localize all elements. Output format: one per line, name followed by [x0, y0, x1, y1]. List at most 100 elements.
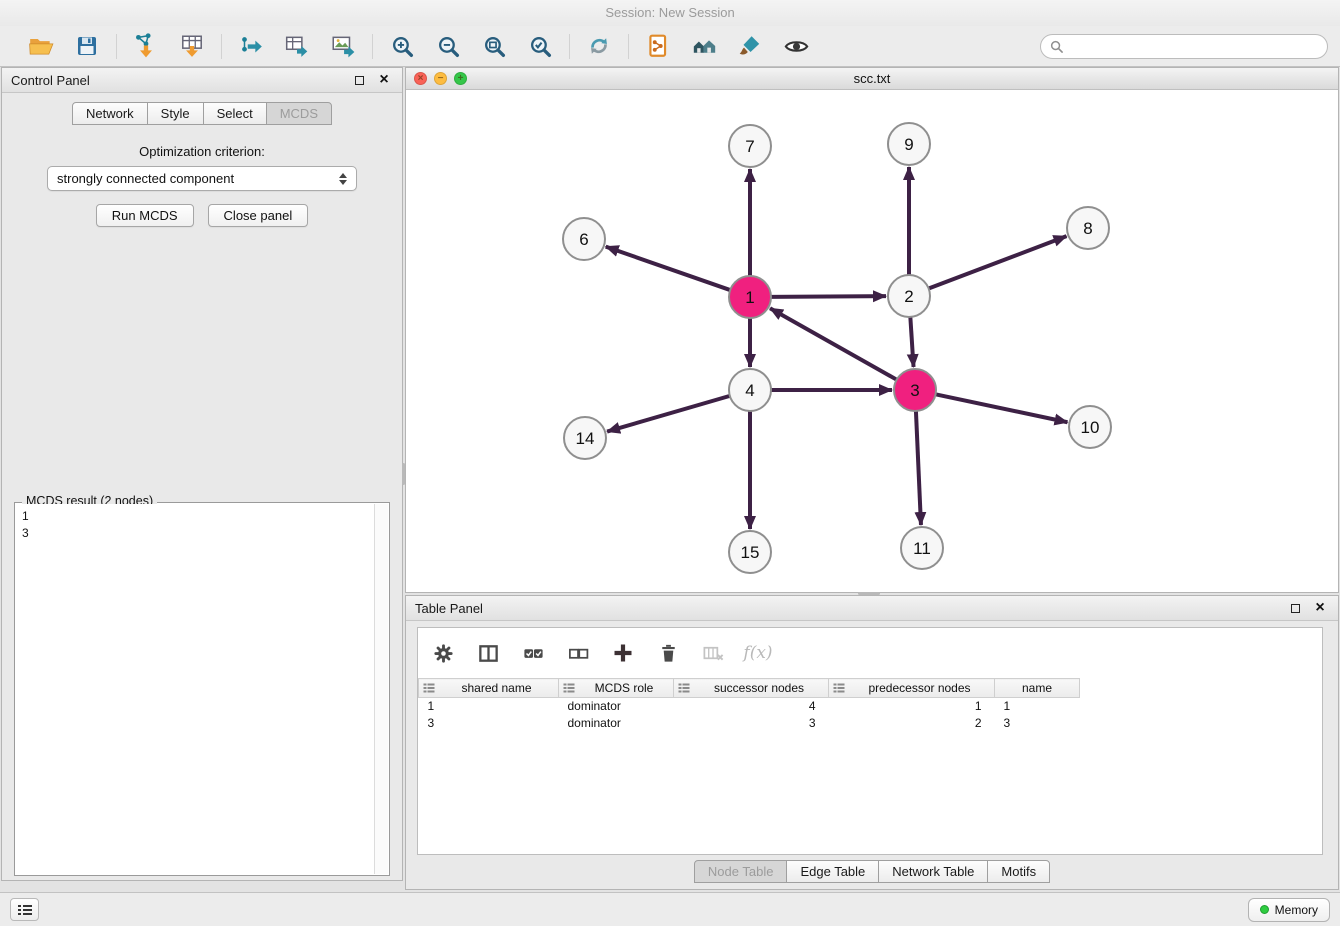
- close-icon: ×: [1315, 599, 1324, 617]
- tab-network-table[interactable]: Network Table: [878, 860, 988, 883]
- table-cell[interactable]: 1: [829, 698, 995, 715]
- window-title: Session: New Session: [0, 0, 1340, 26]
- table-panel-header: Table Panel ×: [406, 596, 1338, 621]
- table-row[interactable]: 3dominator323: [419, 715, 1323, 732]
- node-6[interactable]: 6: [563, 218, 605, 260]
- edge-2-8[interactable]: [929, 236, 1067, 288]
- network-canvas-area[interactable]: 7 9 6 8 1 2 4 3 14 10 15 11: [406, 90, 1338, 592]
- node-14[interactable]: 14: [564, 417, 606, 459]
- export-image-button[interactable]: [328, 31, 358, 61]
- select-all-button[interactable]: [520, 640, 546, 666]
- tab-style[interactable]: Style: [147, 102, 204, 125]
- tab-mcds[interactable]: MCDS: [266, 102, 332, 125]
- window-zoom-button[interactable]: +: [454, 72, 467, 85]
- window-minimize-button[interactable]: −: [434, 72, 447, 85]
- network-canvas[interactable]: 7 9 6 8 1 2 4 3 14 10 15 11: [406, 90, 1338, 592]
- export-table-button[interactable]: [282, 31, 312, 61]
- table-cell[interactable]: 1: [995, 698, 1080, 715]
- node-2[interactable]: 2: [888, 275, 930, 317]
- add-column-button[interactable]: [610, 640, 636, 666]
- import-network-button[interactable]: [131, 31, 161, 61]
- node-11[interactable]: 11: [901, 527, 943, 569]
- edge-1-2[interactable]: [771, 296, 886, 297]
- column-header-successor-nodes[interactable]: successor nodes: [674, 679, 829, 698]
- import-table-button[interactable]: [177, 31, 207, 61]
- zoom-in-button[interactable]: [387, 31, 417, 61]
- node-1[interactable]: 1: [729, 276, 771, 318]
- open-session-button[interactable]: [26, 31, 56, 61]
- table-panel: Table Panel ×: [405, 595, 1339, 890]
- table-cell[interactable]: dominator: [559, 715, 674, 732]
- node-7[interactable]: 7: [729, 125, 771, 167]
- float-panel-button[interactable]: [350, 71, 368, 89]
- save-session-button[interactable]: [72, 31, 102, 61]
- table-cell[interactable]: dominator: [559, 698, 674, 715]
- node-4[interactable]: 4: [729, 369, 771, 411]
- clone-network-button[interactable]: [643, 31, 673, 61]
- table-float-panel-button[interactable]: [1286, 599, 1304, 617]
- run-mcds-button[interactable]: Run MCDS: [96, 204, 194, 227]
- search-icon: [1050, 40, 1063, 53]
- close-panel-button[interactable]: Close panel: [208, 204, 309, 227]
- tab-motifs[interactable]: Motifs: [987, 860, 1050, 883]
- edge-3-11[interactable]: [916, 411, 921, 525]
- gear-icon: [432, 642, 455, 665]
- search-input[interactable]: [1069, 39, 1318, 54]
- window-close-button[interactable]: ×: [414, 72, 427, 85]
- control-panel: Control Panel × Network Style Select MCD…: [1, 67, 403, 881]
- search-field[interactable]: [1040, 34, 1328, 59]
- table-row[interactable]: 1dominator411: [419, 698, 1323, 715]
- export-network-icon: [238, 33, 264, 59]
- column-header-name[interactable]: name: [995, 679, 1080, 698]
- network-window-titlebar[interactable]: × − + scc.txt: [406, 68, 1338, 90]
- table-cell[interactable]: 2: [829, 715, 995, 732]
- svg-text:7: 7: [745, 137, 754, 156]
- table-settings-button[interactable]: [430, 640, 456, 666]
- node-9[interactable]: 9: [888, 123, 930, 165]
- refresh-button[interactable]: [584, 31, 614, 61]
- table-panel-close-button[interactable]: ×: [1311, 599, 1329, 617]
- apply-style-button[interactable]: [735, 31, 765, 61]
- node-10[interactable]: 10: [1069, 406, 1111, 448]
- mcds-result-list[interactable]: 13: [16, 504, 373, 874]
- mcds-result-item[interactable]: 1: [22, 508, 367, 525]
- node-8[interactable]: 8: [1067, 207, 1109, 249]
- tab-network[interactable]: Network: [72, 102, 148, 125]
- control-panel-close-button[interactable]: ×: [375, 71, 393, 89]
- split-panel-button[interactable]: [475, 640, 501, 666]
- column-header-predecessor-nodes[interactable]: predecessor nodes: [829, 679, 995, 698]
- edge-2-3[interactable]: [910, 317, 913, 367]
- node-15[interactable]: 15: [729, 531, 771, 573]
- column-header-mcds-role[interactable]: MCDS role: [559, 679, 674, 698]
- criterion-dropdown[interactable]: strongly connected component: [47, 166, 357, 191]
- vertical-splitter-handle[interactable]: [402, 463, 405, 485]
- table-cell[interactable]: 1: [419, 698, 559, 715]
- tab-edge-table[interactable]: Edge Table: [786, 860, 879, 883]
- deselect-all-button[interactable]: [565, 640, 591, 666]
- dropdown-arrows-icon: [339, 173, 347, 185]
- edge-3-10[interactable]: [936, 394, 1068, 422]
- node-3[interactable]: 3: [894, 369, 936, 411]
- delete-button[interactable]: [655, 640, 681, 666]
- table-cell[interactable]: 3: [674, 715, 829, 732]
- edge-4-14[interactable]: [607, 396, 730, 432]
- tab-select[interactable]: Select: [203, 102, 267, 125]
- table-cell[interactable]: 3: [995, 715, 1080, 732]
- edge-3-1[interactable]: [770, 308, 897, 379]
- show-details-button[interactable]: [781, 31, 811, 61]
- table-cell[interactable]: 4: [674, 698, 829, 715]
- export-network-button[interactable]: [236, 31, 266, 61]
- table-cell[interactable]: 3: [419, 715, 559, 732]
- column-header-shared-name[interactable]: shared name: [419, 679, 559, 698]
- zoom-out-button[interactable]: [433, 31, 463, 61]
- zoom-fit-icon: [482, 34, 507, 59]
- zoom-selected-button[interactable]: [525, 31, 555, 61]
- zoom-fit-button[interactable]: [479, 31, 509, 61]
- overview-button[interactable]: [689, 31, 719, 61]
- result-scrollbar[interactable]: [374, 504, 388, 874]
- mcds-result-item[interactable]: 3: [22, 525, 367, 542]
- tab-node-table[interactable]: Node Table: [694, 860, 788, 883]
- task-history-button[interactable]: [10, 898, 39, 921]
- memory-button[interactable]: Memory: [1248, 898, 1330, 922]
- edge-1-6[interactable]: [606, 247, 730, 290]
